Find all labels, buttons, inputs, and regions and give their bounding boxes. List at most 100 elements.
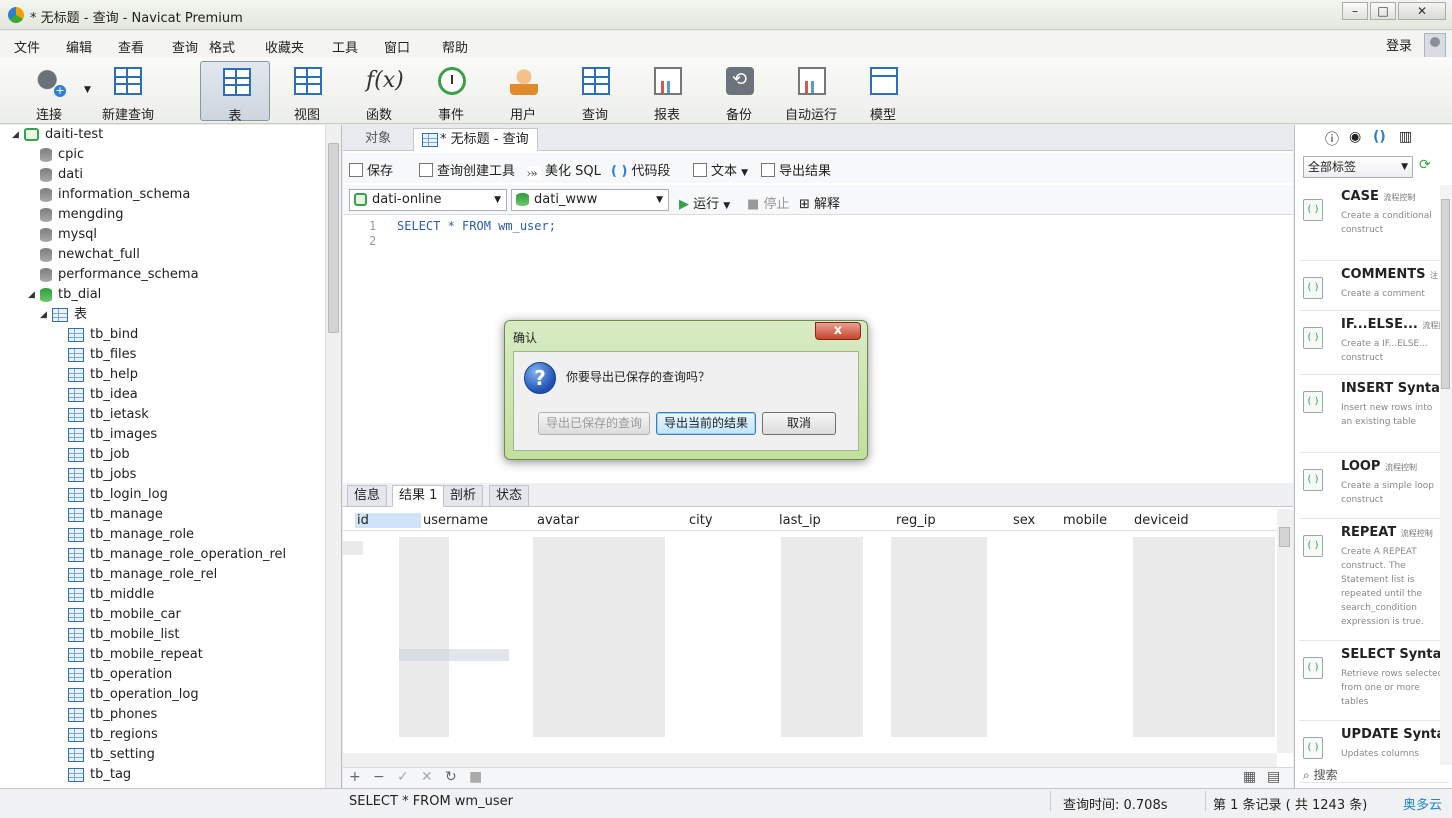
tree-table[interactable]: tb_middle — [68, 585, 154, 605]
tree-table[interactable]: tb_idea — [68, 385, 138, 405]
tree-connection[interactable]: ◢ daiti-test — [4, 125, 103, 145]
dialog-close-button[interactable]: x — [815, 322, 861, 340]
close-window-button[interactable]: ✕ — [1398, 2, 1446, 20]
stop-button[interactable]: ■ 停止 — [747, 193, 789, 212]
snippet-scroll-thumb[interactable] — [1441, 199, 1450, 389]
report-button[interactable]: 报表 — [632, 61, 702, 123]
menu-format[interactable]: 格式 — [209, 37, 235, 56]
tree-database[interactable]: mengding — [40, 205, 124, 225]
tree-table[interactable]: tb_manage — [68, 505, 163, 525]
snippet-item[interactable]: ( ) IF...ELSE... 流程控 Create a IF...ELSE...… — [1299, 313, 1449, 375]
snippet-scrollbar[interactable] — [1440, 185, 1452, 765]
tree-database[interactable]: mysql — [40, 225, 97, 245]
discard-icon[interactable]: ✕ — [421, 769, 433, 785]
function-button[interactable]: f(x) 函数 — [344, 61, 414, 123]
tree-table[interactable]: tb_files — [68, 345, 136, 365]
snippet-item[interactable]: ( ) INSERT Syntax Insert new rows into an… — [1299, 377, 1449, 453]
table-button[interactable]: 表 — [200, 61, 270, 124]
column-reg-ip[interactable]: reg_ip — [896, 513, 936, 528]
info-icon[interactable]: ⓘ — [1325, 129, 1339, 149]
menu-file[interactable]: 文件 — [14, 37, 40, 56]
tag-filter-select[interactable]: 全部标签 ▼ — [1303, 156, 1413, 178]
snippet-search[interactable]: ⌕ 搜索 — [1303, 766, 1338, 783]
grid-vertical-scrollbar[interactable] — [1277, 509, 1293, 753]
run-button[interactable]: ▶ 运行 ▼ — [679, 193, 730, 212]
tree-open-db[interactable]: ◢ tb_dial — [28, 285, 101, 305]
tree-table[interactable]: tb_setting — [68, 745, 155, 765]
explain-button[interactable]: ⊞ 解释 — [799, 193, 840, 212]
schedule-button[interactable]: 自动运行 — [776, 61, 846, 123]
column-mobile[interactable]: mobile — [1063, 513, 1107, 528]
view-button[interactable]: 视图 — [272, 61, 342, 123]
tree-tables-folder[interactable]: ◢ 表 — [40, 305, 87, 325]
column-avatar[interactable]: avatar — [537, 513, 579, 528]
column-deviceid[interactable]: deviceid — [1134, 513, 1189, 528]
column-city[interactable]: city — [689, 513, 713, 528]
menu-help[interactable]: 帮助 — [442, 37, 468, 56]
sql-code[interactable]: SELECT * FROM wm_user; — [397, 219, 556, 233]
tree-table[interactable]: tb_ietask — [68, 405, 149, 425]
grid-view-icon[interactable]: ▦ — [1243, 769, 1256, 785]
column-last-ip[interactable]: last_ip — [779, 513, 821, 528]
connect-dropdown-icon[interactable]: ▼ — [84, 85, 91, 95]
snippet-icon[interactable]: () — [1373, 129, 1386, 145]
tree-table[interactable]: tb_tag — [68, 765, 131, 785]
stop-icon[interactable]: ■ — [469, 769, 482, 785]
refresh-icon[interactable]: ↻ — [445, 769, 457, 785]
event-button[interactable]: 事件 — [416, 61, 486, 123]
add-snippet-icon[interactable]: ⟳ — [1419, 157, 1431, 173]
add-row-icon[interactable]: + — [349, 769, 361, 785]
tree-table[interactable]: tb_jobs — [68, 465, 136, 485]
user-button[interactable]: 用户 — [488, 61, 558, 123]
avatar[interactable] — [1424, 33, 1446, 59]
query-builder-button[interactable]: 查询创建工具 — [419, 160, 515, 179]
tab-objects[interactable]: 对象 — [357, 128, 399, 151]
export-result-button[interactable]: 导出结果 — [761, 160, 831, 179]
tree-table[interactable]: tb_mobile_list — [68, 625, 180, 645]
menu-favorites[interactable]: 收藏夹 — [265, 37, 304, 56]
tree-table[interactable]: tb_manage_role — [68, 525, 194, 545]
beautify-sql-button[interactable]: ⤖ 美化 SQL — [527, 160, 601, 181]
tree-database[interactable]: cpic — [40, 145, 84, 165]
tree-database[interactable]: dati — [40, 165, 83, 185]
snippet-item[interactable]: ( ) LOOP 流程控制 Create a simple loop constru… — [1299, 455, 1449, 519]
menu-query[interactable]: 查询 — [172, 37, 198, 56]
tree-table[interactable]: tb_regions — [68, 725, 158, 745]
menu-view[interactable]: 查看 — [118, 37, 144, 56]
tab-profile[interactable]: 剖析 — [443, 485, 484, 507]
tree-table[interactable]: tb_job — [68, 445, 130, 465]
tree-table[interactable]: tb_images — [68, 425, 157, 445]
query-button[interactable]: 查询 — [560, 61, 630, 123]
tree-database[interactable]: information_schema — [40, 185, 190, 205]
tree-database[interactable]: newchat_full — [40, 245, 140, 265]
eye-icon[interactable]: ◉ — [1349, 129, 1361, 145]
snippet-item[interactable]: ( ) COMMENTS 注 Create a comment — [1299, 263, 1449, 311]
apply-icon[interactable]: ✓ — [397, 769, 409, 785]
menu-edit[interactable]: 编辑 — [66, 37, 92, 56]
column-sex[interactable]: sex — [1013, 513, 1035, 528]
menu-window[interactable]: 窗口 — [384, 37, 410, 56]
form-view-icon[interactable]: ▤ — [1267, 769, 1280, 785]
tree-table[interactable]: tb_phones — [68, 705, 157, 725]
database-select[interactable]: dati_www ▼ — [511, 189, 669, 211]
tree-table[interactable]: tb_mobile_car — [68, 605, 181, 625]
tree-table[interactable]: tb_manage_role_rel — [68, 565, 217, 585]
tree-scrollbar[interactable] — [325, 125, 341, 788]
connect-button[interactable]: ▼ 连接 — [14, 61, 91, 123]
tab-query[interactable]: * 无标题 - 查询 — [413, 128, 538, 151]
snippet-button[interactable]: ( ) 代码段 — [611, 160, 670, 179]
tree-table[interactable]: tb_bind — [68, 325, 138, 345]
column-username[interactable]: username — [423, 513, 488, 528]
minimize-button[interactable]: – — [1342, 2, 1368, 20]
connection-select[interactable]: dati-online ▼ — [349, 189, 507, 211]
maximize-button[interactable]: □ — [1370, 2, 1396, 20]
tree-table[interactable]: tb_operation_log — [68, 685, 199, 705]
model-button[interactable]: 模型 — [848, 61, 918, 123]
tree-table[interactable]: tb_operation — [68, 665, 172, 685]
column-id[interactable]: id — [355, 513, 421, 528]
export-current-result-button[interactable]: 导出当前的结果 — [656, 412, 756, 435]
tree-table[interactable]: tb_manage_role_operation_rel — [68, 545, 286, 565]
new-query-button[interactable]: 新建查询 — [92, 61, 164, 123]
grid-horizontal-scrollbar[interactable] — [343, 753, 1277, 767]
tree-table[interactable]: tb_login_log — [68, 485, 168, 505]
